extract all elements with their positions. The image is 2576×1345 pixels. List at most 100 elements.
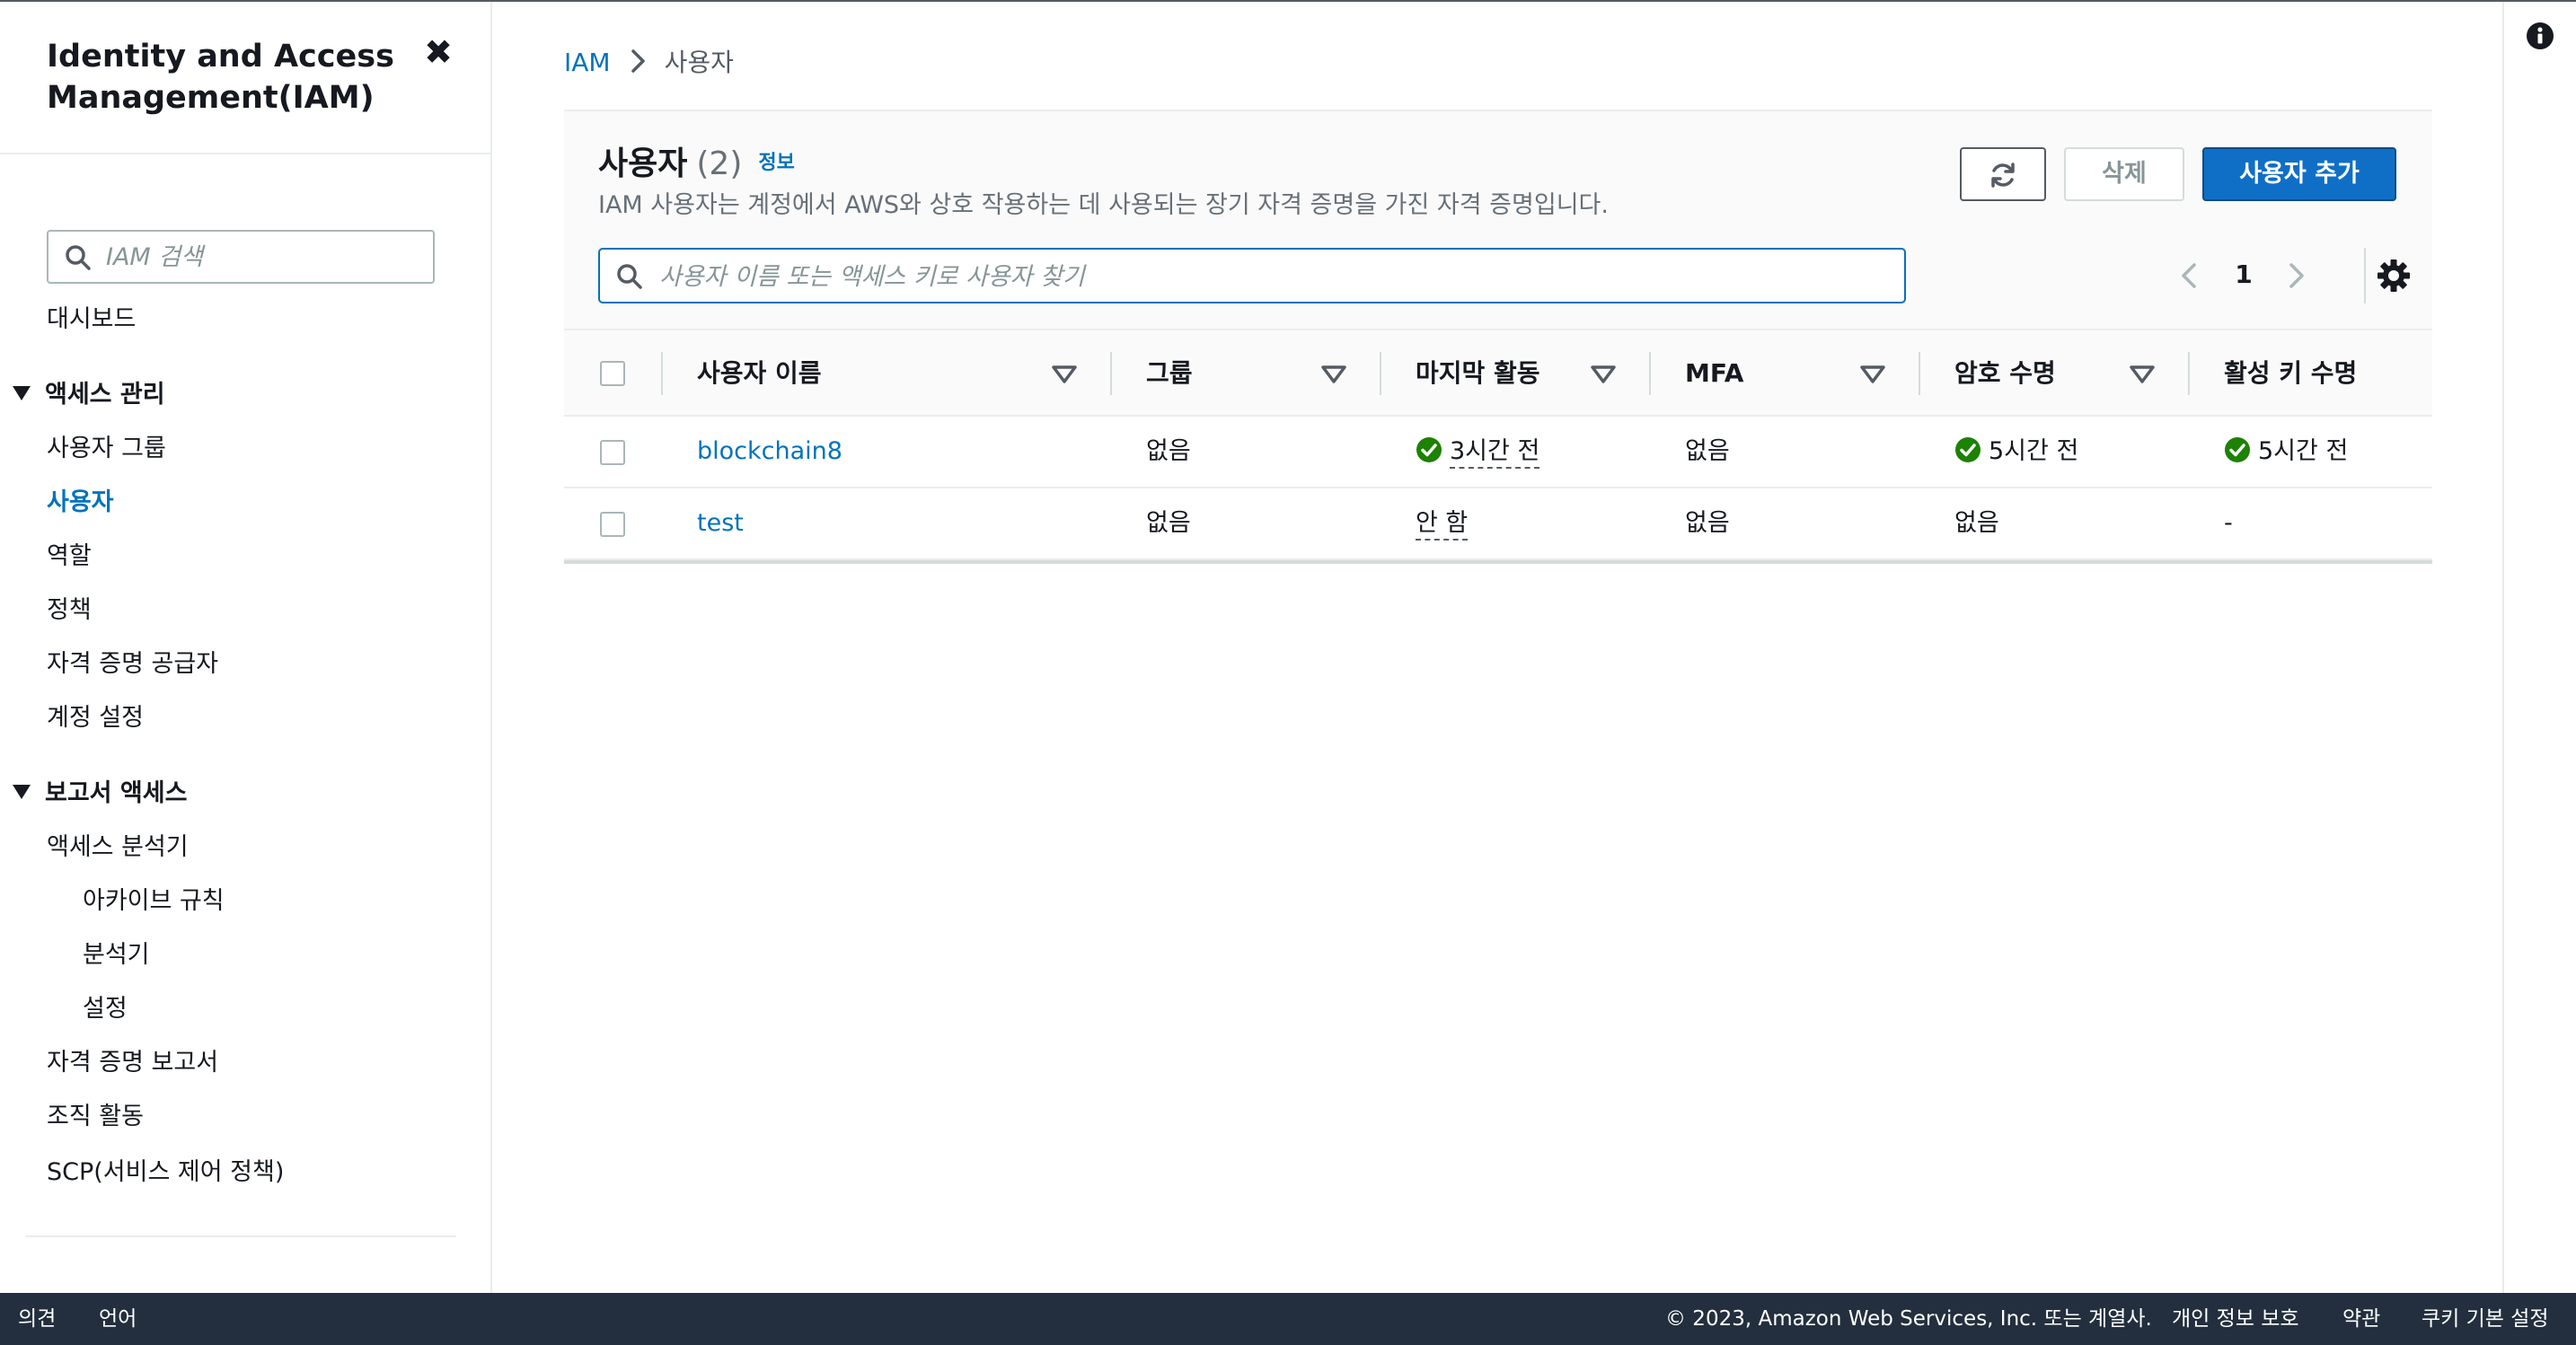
- search-icon: [66, 245, 91, 270]
- select-all-checkbox[interactable]: [600, 361, 625, 386]
- user-mfa: 없음: [1685, 509, 1730, 537]
- info-icon[interactable]: [2526, 22, 2554, 50]
- sidebar-item-analyzer-settings[interactable]: 설정: [83, 991, 128, 1027]
- page-title: 사용자 (2) 정보: [598, 144, 795, 186]
- user-active-key-age: -: [2224, 509, 2233, 537]
- last-activity-text: 3시간 전: [1450, 438, 1540, 469]
- sort-caret-icon[interactable]: [1590, 365, 1617, 384]
- footer-feedback-link[interactable]: 의견: [18, 1293, 56, 1345]
- info-link[interactable]: 정보: [758, 152, 794, 174]
- user-last-activity[interactable]: 안 함: [1416, 488, 1469, 558]
- close-sidebar-icon[interactable]: ✖: [422, 35, 454, 69]
- breadcrumb-iam-link[interactable]: IAM: [564, 48, 611, 77]
- page-title-text: 사용자: [598, 145, 688, 182]
- column-separator: [2188, 352, 2190, 395]
- sidebar-section-reports[interactable]: 보고서 액세스: [13, 776, 187, 812]
- column-header-mfa[interactable]: MFA: [1685, 330, 1743, 417]
- chevron-right-icon: [631, 49, 645, 73]
- success-check-icon: [2225, 436, 2250, 462]
- sidebar-title-line2: Management(IAM): [47, 80, 375, 116]
- user-name-link[interactable]: blockchain8: [697, 417, 842, 487]
- caret-down-icon: [13, 784, 31, 799]
- pagination: 1: [2172, 253, 2333, 298]
- sort-caret-icon[interactable]: [1320, 365, 1347, 384]
- sidebar-section-access-label: 액세스 관리: [45, 381, 165, 409]
- column-header-groups[interactable]: 그룹: [1146, 330, 1193, 417]
- sidebar-section-reports-label: 보고서 액세스: [45, 779, 188, 807]
- sidebar-divider: [25, 1235, 456, 1237]
- right-rail-divider: [2502, 2, 2504, 1293]
- sidebar: Identity and Access Management(IAM) ✖ 대시…: [0, 2, 492, 1293]
- breadcrumb-current: 사용자: [664, 48, 734, 77]
- user-mfa: 없음: [1685, 437, 1730, 465]
- sidebar-search[interactable]: [47, 230, 435, 284]
- user-groups: 없음: [1146, 509, 1191, 537]
- sidebar-section-access[interactable]: 액세스 관리: [13, 377, 165, 413]
- user-name-link[interactable]: test: [697, 488, 744, 558]
- footer-cookie-preferences-link[interactable]: 쿠키 기본 설정: [2422, 1293, 2549, 1345]
- sidebar-item-archive-rules[interactable]: 아카이브 규칙: [83, 883, 225, 919]
- caret-down-icon: [13, 385, 31, 400]
- active-key-age-text: 5시간 전: [2258, 437, 2349, 465]
- row-checkbox[interactable]: [600, 440, 625, 465]
- page-description: IAM 사용자는 계정에서 AWS와 상호 작용하는 데 사용되는 장기 자격 …: [598, 191, 1609, 219]
- chevron-left-icon[interactable]: [2172, 258, 2208, 294]
- sidebar-title-line1: Identity and Access: [47, 39, 394, 75]
- success-check-icon: [1955, 436, 1981, 462]
- sidebar-item-analyzers[interactable]: 분석기: [83, 937, 150, 973]
- user-search-input[interactable]: [659, 259, 1881, 294]
- user-password-age: 없음: [1954, 509, 1999, 537]
- column-header-last-activity[interactable]: 마지막 활동: [1416, 330, 1540, 417]
- column-separator: [1919, 352, 1920, 395]
- refresh-button[interactable]: [1960, 147, 2046, 201]
- user-last-activity[interactable]: 3시간 전: [1416, 417, 1540, 487]
- column-separator: [1110, 352, 1112, 395]
- sidebar-item-dashboard[interactable]: 대시보드: [47, 302, 136, 338]
- footer-terms-link[interactable]: 약관: [2342, 1293, 2380, 1345]
- page-number[interactable]: 1: [2226, 255, 2262, 294]
- column-separator: [1380, 352, 1381, 395]
- sidebar-item-organization-activity[interactable]: 조직 활동: [47, 1099, 144, 1135]
- row-checkbox[interactable]: [600, 512, 625, 537]
- sort-caret-icon[interactable]: [1859, 365, 1886, 384]
- sidebar-item-identity-providers[interactable]: 자격 증명 공급자: [47, 646, 218, 682]
- sidebar-item-credential-report[interactable]: 자격 증명 보고서: [47, 1045, 218, 1081]
- column-separator: [1649, 352, 1651, 395]
- breadcrumb: IAM 사용자: [564, 45, 734, 81]
- gear-icon[interactable]: [2375, 257, 2413, 294]
- user-search[interactable]: [598, 248, 1906, 303]
- table-row[interactable]: test 없음 안 함 없음 없음 -: [564, 488, 2432, 560]
- sidebar-item-policies[interactable]: 정책: [47, 593, 92, 629]
- column-header-user-name[interactable]: 사용자 이름: [697, 330, 822, 417]
- add-user-button[interactable]: 사용자 추가: [2202, 147, 2396, 201]
- delete-button[interactable]: 삭제: [2064, 147, 2184, 201]
- pagination-divider: [2364, 248, 2366, 303]
- sidebar-item-scp[interactable]: SCP(서비스 제어 정책): [47, 1155, 284, 1191]
- sidebar-item-account-settings[interactable]: 계정 설정: [47, 700, 144, 736]
- sidebar-header: Identity and Access Management(IAM) ✖: [0, 2, 490, 154]
- table-header: 사용자 이름 그룹 마지막 활동 MFA 암호 수명 활성 키 수명: [564, 329, 2432, 417]
- sidebar-item-user-groups[interactable]: 사용자 그룹: [47, 431, 166, 467]
- table-bottom-border: [564, 560, 2432, 564]
- user-active-key-age: 5시간 전: [2224, 417, 2348, 487]
- footer-privacy-link[interactable]: 개인 정보 보호: [2172, 1293, 2299, 1345]
- footer-language-link[interactable]: 언어: [99, 1293, 137, 1345]
- column-header-active-key-age[interactable]: 활성 키 수명: [2224, 330, 2357, 417]
- table-row[interactable]: blockchain8 없음 3시간 전 없음 5시간 전 5시간 전: [564, 417, 2432, 488]
- sidebar-search-input[interactable]: [106, 239, 420, 275]
- refresh-icon: [1991, 163, 2015, 188]
- sort-caret-icon[interactable]: [2129, 365, 2156, 384]
- column-separator: [661, 352, 663, 395]
- sort-caret-icon[interactable]: [1051, 365, 1078, 384]
- column-header-password-age[interactable]: 암호 수명: [1954, 330, 2056, 417]
- sidebar-item-roles[interactable]: 역할: [47, 539, 92, 575]
- user-password-age: 5시간 전: [1954, 417, 2078, 487]
- last-activity-text: 안 함: [1416, 510, 1469, 541]
- panel-header: 사용자 (2) 정보 IAM 사용자는 계정에서 AWS와 상호 작용하는 데 사용…: [564, 111, 2432, 329]
- sidebar-title: Identity and Access Management(IAM): [47, 36, 394, 119]
- sidebar-item-access-analyzer[interactable]: 액세스 분석기: [47, 830, 189, 866]
- sidebar-item-users[interactable]: 사용자: [47, 485, 114, 521]
- footer: 의견 언어 © 2023, Amazon Web Services, Inc. …: [0, 1293, 2576, 1345]
- chevron-right-icon[interactable]: [2278, 258, 2314, 294]
- users-panel: 사용자 (2) 정보 IAM 사용자는 계정에서 AWS와 상호 작용하는 데 사용…: [564, 110, 2432, 564]
